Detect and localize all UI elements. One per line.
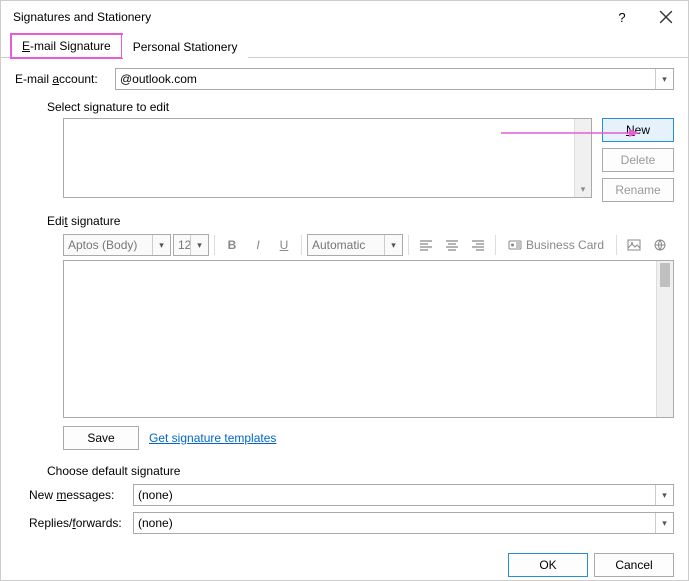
signature-editor[interactable] xyxy=(63,260,674,418)
new-messages-dropdown[interactable]: (none) ▾ xyxy=(133,484,674,506)
cancel-button[interactable]: Cancel xyxy=(594,553,674,577)
select-signature-label: Select signature to edit xyxy=(47,100,674,114)
scrollbar[interactable]: ▾ xyxy=(574,119,591,197)
align-right-icon xyxy=(471,238,485,252)
close-button[interactable] xyxy=(644,1,688,33)
chevron-down-icon: ▾ xyxy=(655,513,673,533)
delete-button[interactable]: Delete xyxy=(602,148,674,172)
business-card-button[interactable]: Business Card xyxy=(501,234,611,256)
replies-forwards-label: Replies/forwards: xyxy=(29,516,133,530)
choose-default-label: Choose default signature xyxy=(47,464,674,478)
tab-email-signature[interactable]: E-mail Signature xyxy=(11,34,122,58)
edit-signature-label: Edit signature xyxy=(47,214,674,228)
align-center-button[interactable] xyxy=(440,234,464,256)
underline-button[interactable]: U xyxy=(272,234,296,256)
picture-icon xyxy=(627,238,641,252)
new-messages-label: New messages: xyxy=(29,488,133,502)
dialog-content: E-mail account: @outlook.com ▾ Select si… xyxy=(1,58,688,550)
dialog-footer: OK Cancel xyxy=(1,550,688,580)
scrollbar[interactable] xyxy=(656,261,673,417)
align-left-icon xyxy=(419,238,433,252)
tab-personal-stationery[interactable]: Personal Stationery xyxy=(122,35,249,58)
link-icon xyxy=(653,238,667,252)
ok-button[interactable]: OK xyxy=(508,553,588,577)
chevron-down-icon: ▾ xyxy=(190,235,208,255)
tab-bar: E-mail Signature Personal Stationery xyxy=(1,33,688,58)
close-icon xyxy=(659,10,673,24)
align-left-button[interactable] xyxy=(414,234,438,256)
get-templates-link[interactable]: Get signature templates xyxy=(149,431,276,445)
signature-list[interactable]: ▾ xyxy=(63,118,592,198)
font-color-dropdown[interactable]: Automatic▾ xyxy=(307,234,403,256)
window-title: Signatures and Stationery xyxy=(13,10,600,24)
align-right-button[interactable] xyxy=(466,234,490,256)
rename-button[interactable]: Rename xyxy=(602,178,674,202)
help-button[interactable]: ? xyxy=(600,1,644,33)
edit-toolbar: Aptos (Body)▾ 12▾ B I U Automatic▾ Busin… xyxy=(63,232,674,258)
italic-button[interactable]: I xyxy=(246,234,270,256)
font-size-dropdown[interactable]: 12▾ xyxy=(173,234,209,256)
insert-hyperlink-button[interactable] xyxy=(648,234,672,256)
new-button[interactable]: New xyxy=(602,118,674,142)
font-family-dropdown[interactable]: Aptos (Body)▾ xyxy=(63,234,171,256)
replies-forwards-dropdown[interactable]: (none) ▾ xyxy=(133,512,674,534)
chevron-down-icon: ▾ xyxy=(384,235,402,255)
align-center-icon xyxy=(445,238,459,252)
chevron-down-icon: ▾ xyxy=(655,485,673,505)
bold-button[interactable]: B xyxy=(220,234,244,256)
signatures-dialog: Signatures and Stationery ? E-mail Signa… xyxy=(0,0,689,581)
chevron-down-icon: ▾ xyxy=(152,235,170,255)
chevron-down-icon: ▾ xyxy=(655,69,673,89)
save-button[interactable]: Save xyxy=(63,426,139,450)
titlebar: Signatures and Stationery ? xyxy=(1,1,688,33)
email-account-dropdown[interactable]: @outlook.com ▾ xyxy=(115,68,674,90)
insert-picture-button[interactable] xyxy=(622,234,646,256)
business-card-icon xyxy=(508,238,522,252)
email-account-label: E-mail account: xyxy=(15,72,115,86)
email-account-value: @outlook.com xyxy=(120,72,197,86)
